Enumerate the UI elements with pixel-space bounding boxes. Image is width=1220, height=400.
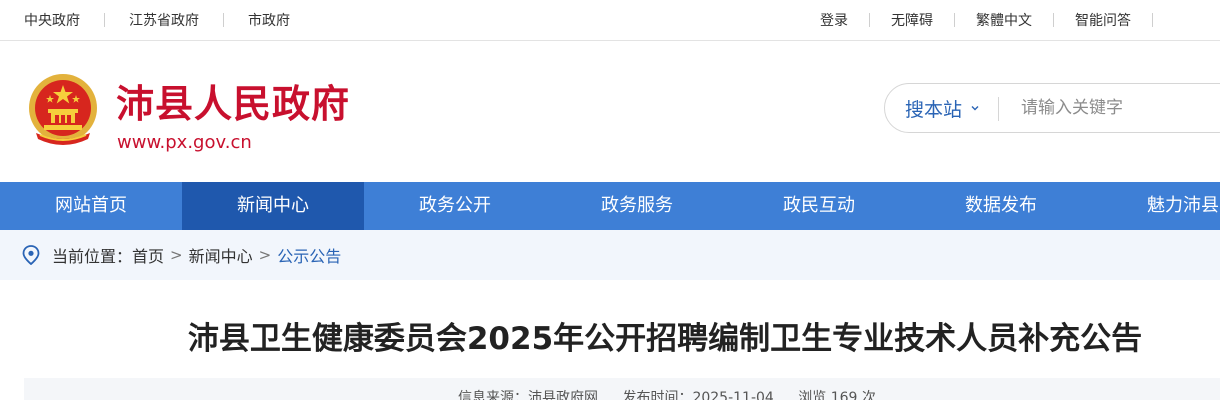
top-links-right: 登录 无障碍 繁體中文 智能问答 [820,0,1174,40]
article-title: 沛县卫生健康委员会2025年公开招聘编制卫生专业技术人员补充公告 [187,321,1143,357]
breadcrumb-home[interactable]: 首页 [132,243,164,267]
site-url: www.px.gov.cn [117,132,252,153]
breadcrumb: 当前位置： 首页 > 新闻中心 > 公示公告 [0,230,1220,280]
site-title[interactable]: 沛县人民政府 [116,79,350,129]
divider [1152,13,1153,27]
accessibility-link[interactable]: 无障碍 [891,10,933,30]
site-header: 沛县人民政府 www.px.gov.cn 搜本站 [0,41,1220,182]
chevron-down-icon [971,106,979,111]
main-nav: 网站首页 新闻中心 政务公开 政务服务 政民互动 数据发布 魅力沛县 [0,182,1220,230]
nav-item-interaction[interactable]: 政民互动 [728,182,910,230]
breadcrumb-news[interactable]: 新闻中心 [189,243,253,267]
link-central-gov[interactable]: 中央政府 [24,10,80,30]
nav-item-news[interactable]: 新闻中心 [182,182,364,230]
breadcrumb-separator: > [170,246,183,264]
divider [869,13,870,27]
link-jiangsu-gov[interactable]: 江苏省政府 [129,10,199,30]
nav-item-gov-services[interactable]: 政务服务 [546,182,728,230]
nav-item-home[interactable]: 网站首页 [0,182,182,230]
divider [998,97,999,121]
top-bar: 中央政府 江苏省政府 市政府 登录 无障碍 繁體中文 智能问答 [0,0,1220,41]
divider [1053,13,1054,27]
search-scope-dropdown[interactable]: 搜本站 [905,84,980,132]
nav-item-data[interactable]: 数据发布 [910,182,1092,230]
article-source: 信息来源：沛县政府网 [458,390,598,400]
national-emblem-icon[interactable] [26,73,100,151]
breadcrumb-label: 当前位置： [52,247,133,266]
nav-item-gov-affairs[interactable]: 政务公开 [364,182,546,230]
breadcrumb-separator: > [258,246,272,264]
nav-item-charm[interactable]: 魅力沛县 [1092,182,1220,230]
divider [223,13,224,27]
link-city-gov[interactable]: 市政府 [248,10,290,30]
article-meta-text: 信息来源：沛县政府网 发布时间：2025-11-04 浏览 169 次 [458,387,896,400]
breadcrumb-notices[interactable]: 公示公告 [277,243,341,267]
login-link[interactable]: 登录 [820,10,848,30]
search-scope-label: 搜本站 [905,98,963,121]
article-date: 发布时间：2025-11-04 [622,390,774,400]
divider [104,13,105,27]
location-pin-icon [22,245,40,265]
divider [954,13,955,27]
article-views: 浏览 169 次 [798,390,876,400]
article-meta: 信息来源：沛县政府网 发布时间：2025-11-04 浏览 169 次 [24,378,1220,400]
traditional-chinese-link[interactable]: 繁體中文 [976,10,1032,30]
search-box: 搜本站 [884,83,1220,133]
search-input[interactable] [1021,94,1220,122]
top-links-left: 中央政府 江苏省政府 市政府 [24,0,290,40]
smart-qa-link[interactable]: 智能问答 [1075,10,1131,30]
